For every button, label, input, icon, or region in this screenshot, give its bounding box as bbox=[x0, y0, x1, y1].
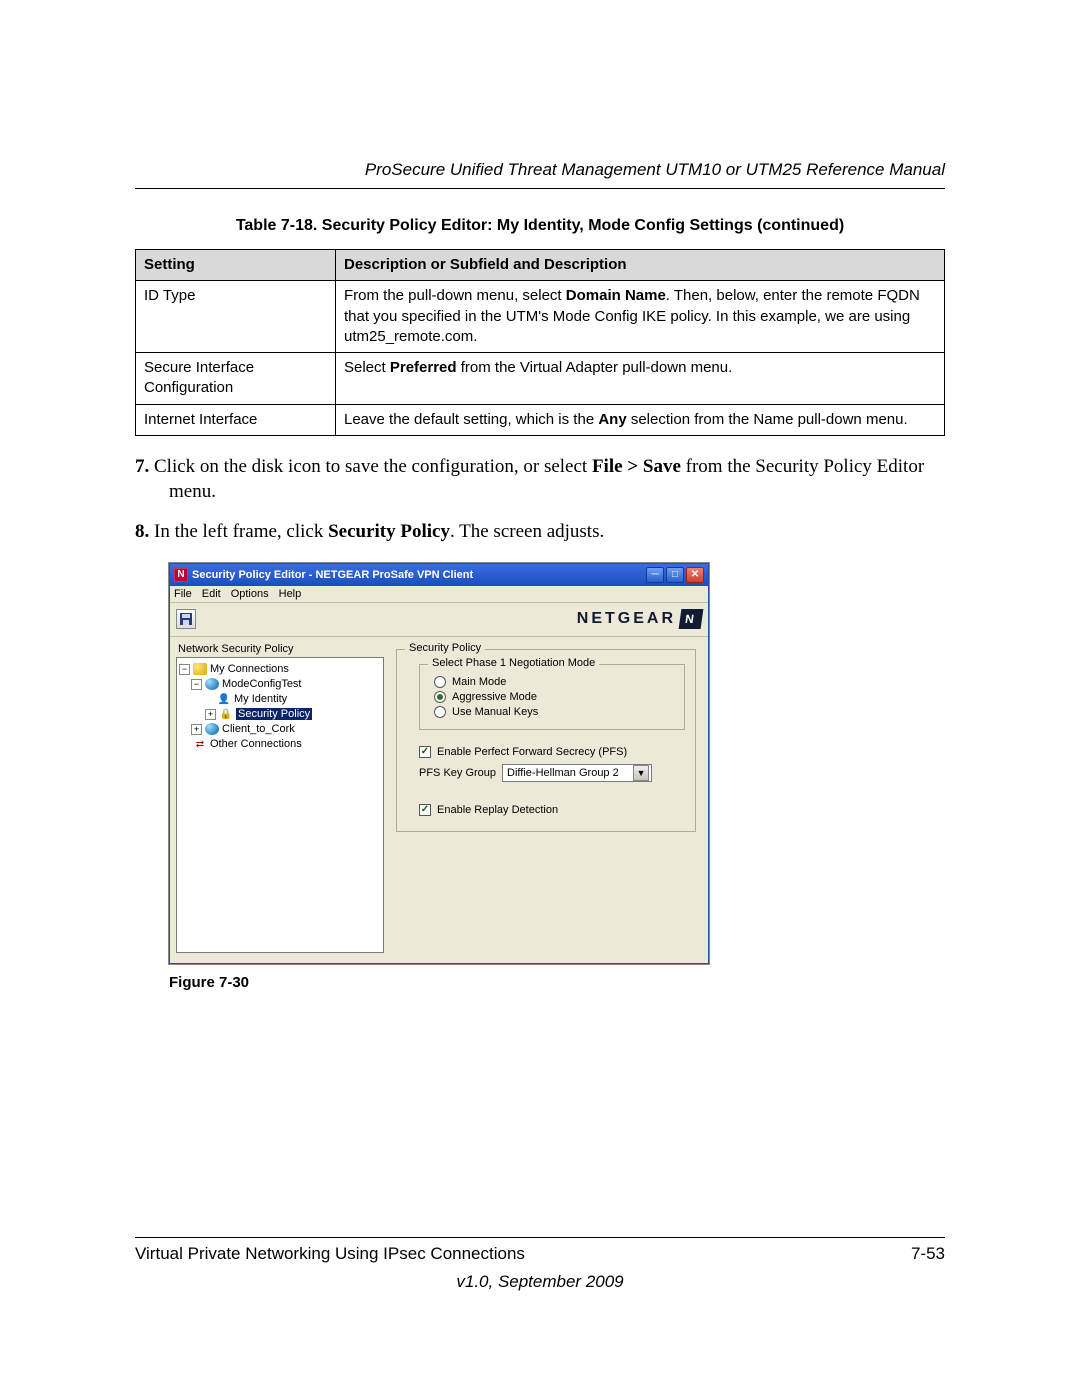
identity-icon: 👤 bbox=[217, 693, 231, 705]
radio-manual-keys[interactable]: Use Manual Keys bbox=[434, 706, 674, 718]
pfs-key-group-label: PFS Key Group bbox=[419, 767, 496, 779]
checkbox-enable-pfs[interactable]: Enable Perfect Forward Secrecy (PFS) bbox=[419, 746, 685, 758]
settings-table: Setting Description or Subfield and Desc… bbox=[135, 249, 945, 436]
table-row: ID Type From the pull-down menu, select … bbox=[136, 281, 945, 353]
save-disk-icon[interactable] bbox=[176, 609, 196, 629]
minimize-button[interactable]: ─ bbox=[646, 567, 664, 583]
collapse-icon[interactable]: − bbox=[179, 664, 190, 675]
footer-version: v1.0, September 2009 bbox=[135, 1272, 945, 1292]
security-policy-panel: Security Policy Select Phase 1 Negotiati… bbox=[390, 641, 702, 953]
folder-icon bbox=[193, 663, 207, 675]
cell-setting: ID Type bbox=[136, 281, 336, 353]
radio-icon bbox=[434, 706, 446, 718]
menubar: File Edit Options Help bbox=[170, 586, 708, 603]
cell-desc: From the pull-down menu, select Domain N… bbox=[336, 281, 945, 353]
connections-tree[interactable]: − My Connections − ModeConfigTest bbox=[176, 657, 384, 953]
checkbox-checked-icon bbox=[419, 746, 431, 758]
menu-options[interactable]: Options bbox=[231, 588, 269, 600]
maximize-button[interactable]: □ bbox=[666, 567, 684, 583]
window-titlebar[interactable]: N Security Policy Editor - NETGEAR ProSa… bbox=[170, 564, 708, 586]
document-header-title: ProSecure Unified Threat Management UTM1… bbox=[135, 160, 945, 180]
table-row: Internet Interface Leave the default set… bbox=[136, 404, 945, 435]
cell-desc: Leave the default setting, which is the … bbox=[336, 404, 945, 435]
tree-item-security-policy[interactable]: + 🔒 Security Policy bbox=[179, 707, 381, 722]
menu-file[interactable]: File bbox=[174, 588, 192, 600]
globe-icon bbox=[205, 678, 219, 690]
figure-caption: Figure 7-30 bbox=[169, 974, 945, 991]
header-rule bbox=[135, 188, 945, 189]
tree-item-client-to-cork[interactable]: + Client_to_Cork bbox=[179, 722, 381, 737]
th-setting: Setting bbox=[136, 250, 336, 281]
radio-main-mode[interactable]: Main Mode bbox=[434, 676, 674, 688]
lock-icon: 🔒 bbox=[219, 708, 233, 720]
th-description: Description or Subfield and Description bbox=[336, 250, 945, 281]
expand-icon[interactable]: + bbox=[191, 724, 202, 735]
step-7: 7. Click on the disk icon to save the co… bbox=[135, 454, 945, 505]
window-title: Security Policy Editor - NETGEAR ProSafe… bbox=[192, 569, 646, 581]
radio-icon bbox=[434, 676, 446, 688]
cell-setting: Internet Interface bbox=[136, 404, 336, 435]
radio-aggressive-mode[interactable]: Aggressive Mode bbox=[434, 691, 674, 703]
tree-item-other-connections[interactable]: ⇄ Other Connections bbox=[179, 737, 381, 752]
globe-icon bbox=[205, 723, 219, 735]
step-8: 8. In the left frame, click Security Pol… bbox=[135, 519, 945, 545]
netgear-mark-icon: N bbox=[679, 609, 704, 629]
footer-chapter-title: Virtual Private Networking Using IPsec C… bbox=[135, 1244, 525, 1264]
cell-setting: Secure Interface Configuration bbox=[136, 353, 336, 405]
toolbar: NETGEAR N bbox=[170, 603, 708, 637]
tree-heading: Network Security Policy bbox=[178, 643, 384, 655]
checkbox-replay-detection[interactable]: Enable Replay Detection bbox=[419, 804, 685, 816]
table-row: Secure Interface Configuration Select Pr… bbox=[136, 353, 945, 405]
cell-desc: Select Preferred from the Virtual Adapte… bbox=[336, 353, 945, 405]
expand-icon[interactable]: + bbox=[205, 709, 216, 720]
phase1-legend: Select Phase 1 Negotiation Mode bbox=[428, 657, 599, 669]
chevron-down-icon: ▼ bbox=[633, 765, 649, 781]
page-number: 7-53 bbox=[911, 1244, 945, 1264]
tree-item-modeconfigtest[interactable]: − ModeConfigTest bbox=[179, 677, 381, 692]
tree-item-my-identity[interactable]: 👤 My Identity bbox=[179, 692, 381, 707]
brand-logo: NETGEAR N bbox=[577, 609, 702, 629]
pfs-key-group-select[interactable]: Diffie-Hellman Group 2 ▼ bbox=[502, 764, 652, 782]
app-icon: N bbox=[174, 568, 188, 582]
security-policy-editor-window: N Security Policy Editor - NETGEAR ProSa… bbox=[169, 563, 709, 964]
checkbox-checked-icon bbox=[419, 804, 431, 816]
connections-icon: ⇄ bbox=[193, 738, 207, 750]
radio-selected-icon bbox=[434, 691, 446, 703]
close-button[interactable]: ✕ bbox=[686, 567, 704, 583]
collapse-icon[interactable]: − bbox=[191, 679, 202, 690]
groupbox-legend: Security Policy bbox=[405, 642, 485, 654]
footer-rule bbox=[135, 1237, 945, 1238]
menu-help[interactable]: Help bbox=[279, 588, 302, 600]
tree-item-my-connections[interactable]: − My Connections bbox=[179, 662, 381, 677]
table-caption: Table 7-18. Security Policy Editor: My I… bbox=[135, 217, 945, 235]
menu-edit[interactable]: Edit bbox=[202, 588, 221, 600]
